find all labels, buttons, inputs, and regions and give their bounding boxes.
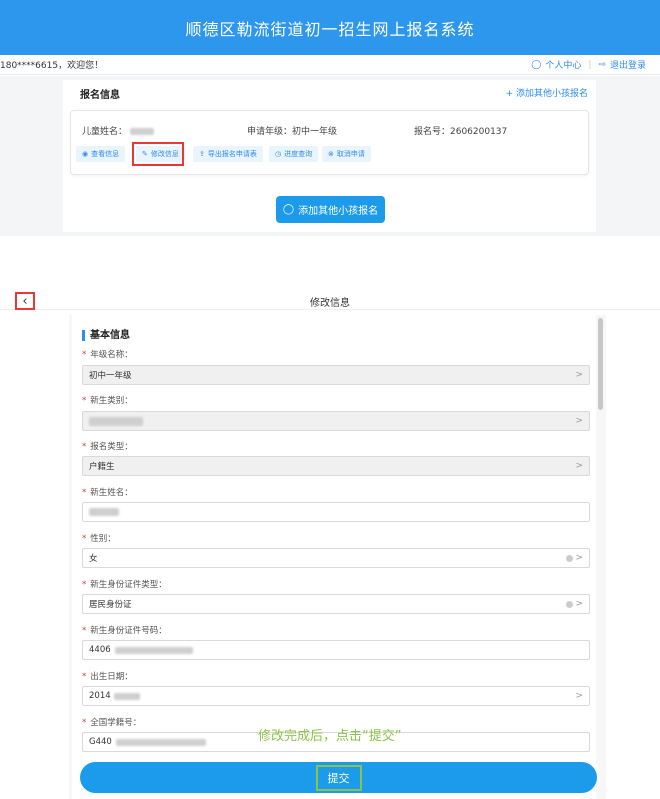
grade-name-label-text: 年级名称： (90, 350, 133, 360)
person-icon: ◯ (282, 204, 295, 215)
greeting: ，欢迎您！ (58, 61, 104, 71)
user-bar: 180****6615，欢迎您！ ◯ 个人中心 | ⇨ 退出登录 (0, 55, 660, 75)
id-number-label-text: 新生身份证件号码： (90, 626, 167, 636)
birth-date-label-text: 出生日期： (90, 672, 133, 682)
child-name-label: 儿童姓名： (82, 127, 128, 137)
export-form-label: 导出报名申请表 (207, 150, 257, 158)
required-mark: * (82, 672, 87, 682)
export-form-button[interactable]: ⇪ 导出报名申请表 (193, 146, 263, 162)
required-mark: * (82, 626, 87, 636)
person-icon: ◯ (531, 59, 542, 70)
cancel-icon: ⊗ (328, 150, 334, 158)
registration-type-select[interactable]: 户籍生 > (82, 456, 590, 476)
reg-no-info: 报名号：2606200137 (414, 127, 508, 137)
user-links: ◯ 个人中心 | ⇨ 退出登录 (531, 58, 646, 72)
view-info-button[interactable]: ◉ 查看信息 (76, 146, 126, 162)
required-mark: * (82, 580, 87, 590)
add-child-label: 添加其他小孩报名 (298, 206, 379, 217)
export-icon: ⇪ (199, 150, 205, 158)
grade-info: 申请年级：初中一年级 (247, 127, 338, 137)
app-header: 顺德区勒流街道初一招生网上报名系统 (0, 0, 660, 55)
required-mark: * (82, 534, 87, 544)
required-mark: * (82, 350, 87, 360)
progress-query-label: 进度查询 (284, 150, 313, 158)
student-category-redacted (89, 416, 143, 426)
logout-link[interactable]: 退出登录 (610, 58, 646, 71)
cancel-application-label: 取消申请 (336, 150, 365, 158)
student-name-label: * 新生姓名： (82, 486, 133, 498)
chevron-right-icon: > (575, 553, 583, 563)
student-category-label: * 新生类别： (82, 394, 133, 406)
id-type-label: * 新生身份证件类型： (82, 578, 167, 590)
add-other-child-link[interactable]: + 添加其他小孩报名 (506, 86, 588, 99)
gender-value: 女 (89, 554, 98, 564)
id-type-label-text: 新生身份证件类型： (90, 580, 167, 590)
submit-button[interactable]: 提交 (80, 762, 597, 793)
child-name-redacted (129, 128, 154, 135)
id-number-redacted (114, 646, 193, 654)
birth-date-value: 2014 (89, 691, 111, 701)
student-name-label-text: 新生姓名： (90, 488, 133, 498)
birth-date-picker[interactable]: 2014 > (82, 686, 590, 706)
student-name-redacted (89, 508, 119, 516)
chevron-right-icon: > (575, 599, 583, 609)
panel-title: 报名信息 (80, 90, 120, 101)
view-info-label: 查看信息 (91, 150, 120, 158)
modal-title: 修改信息 (310, 298, 350, 309)
grade-name-label: * 年级名称： (82, 348, 133, 360)
chevron-right-icon: > (575, 461, 583, 471)
child-name-row: 儿童姓名： (82, 124, 154, 137)
scrollbar[interactable] (598, 318, 603, 410)
app-title: 顺德区勒流街道初一招生网上报名系统 (185, 19, 475, 39)
birth-date-redacted (113, 692, 140, 700)
progress-query-button[interactable]: ◷ 进度查询 (269, 146, 319, 162)
id-number-value: 4406 (89, 645, 111, 655)
user-phone: 180****6615 (0, 61, 59, 71)
logout-icon: ⇨ (598, 59, 606, 70)
chevron-right-icon: > (575, 370, 583, 380)
gender-select[interactable]: 女 > (82, 548, 590, 568)
chevron-right-icon: > (575, 691, 583, 701)
clock-icon: ◷ (275, 150, 282, 158)
clear-icon[interactable] (566, 555, 573, 562)
personal-center-link[interactable]: 个人中心 (545, 58, 581, 71)
submit-label: 提交 (315, 764, 362, 791)
eye-icon: ◉ (82, 150, 89, 158)
required-mark: * (82, 488, 87, 498)
instruction-hint: 修改完成后，点击“提交” (258, 729, 402, 744)
required-mark: * (82, 442, 87, 452)
registration-type-label-text: 报名类型： (90, 442, 133, 452)
cancel-application-button[interactable]: ⊗ 取消申请 (322, 146, 371, 162)
national-student-id-label: * 全国学籍号： (82, 716, 141, 728)
gender-label: * 性别： (82, 532, 116, 544)
id-number-input[interactable]: 4406 (82, 640, 590, 660)
required-mark: * (82, 396, 87, 406)
student-category-label-text: 新生类别： (90, 396, 133, 406)
divider: | (588, 59, 592, 70)
gender-label-text: 性别： (90, 534, 116, 544)
student-name-input[interactable] (82, 502, 590, 522)
student-category-select[interactable]: > (82, 411, 590, 431)
grade-name-select[interactable]: 初中一年级 > (82, 365, 590, 385)
required-mark: * (82, 718, 87, 728)
section-title: 基本信息 (82, 330, 130, 341)
national-student-id-label-text: 全国学籍号： (90, 718, 142, 728)
welcome-text: 180****6615，欢迎您！ (0, 58, 103, 71)
id-number-label: * 新生身份证件号码： (82, 624, 167, 636)
national-student-id-redacted (115, 738, 206, 746)
id-type-select[interactable]: 居民身份证 > (82, 594, 590, 614)
edit-highlight-box (132, 142, 184, 166)
national-student-id-value: G440 (89, 737, 112, 747)
chevron-right-icon: > (575, 416, 583, 426)
registration-type-value: 户籍生 (89, 462, 115, 472)
birth-date-label: * 出生日期： (82, 670, 133, 682)
id-type-value: 居民身份证 (89, 600, 132, 610)
add-child-button[interactable]: ◯ 添加其他小孩报名 (276, 196, 385, 223)
clear-icon[interactable] (566, 601, 573, 608)
registration-type-label: * 报名类型： (82, 440, 133, 452)
grade-name-value: 初中一年级 (89, 371, 132, 381)
